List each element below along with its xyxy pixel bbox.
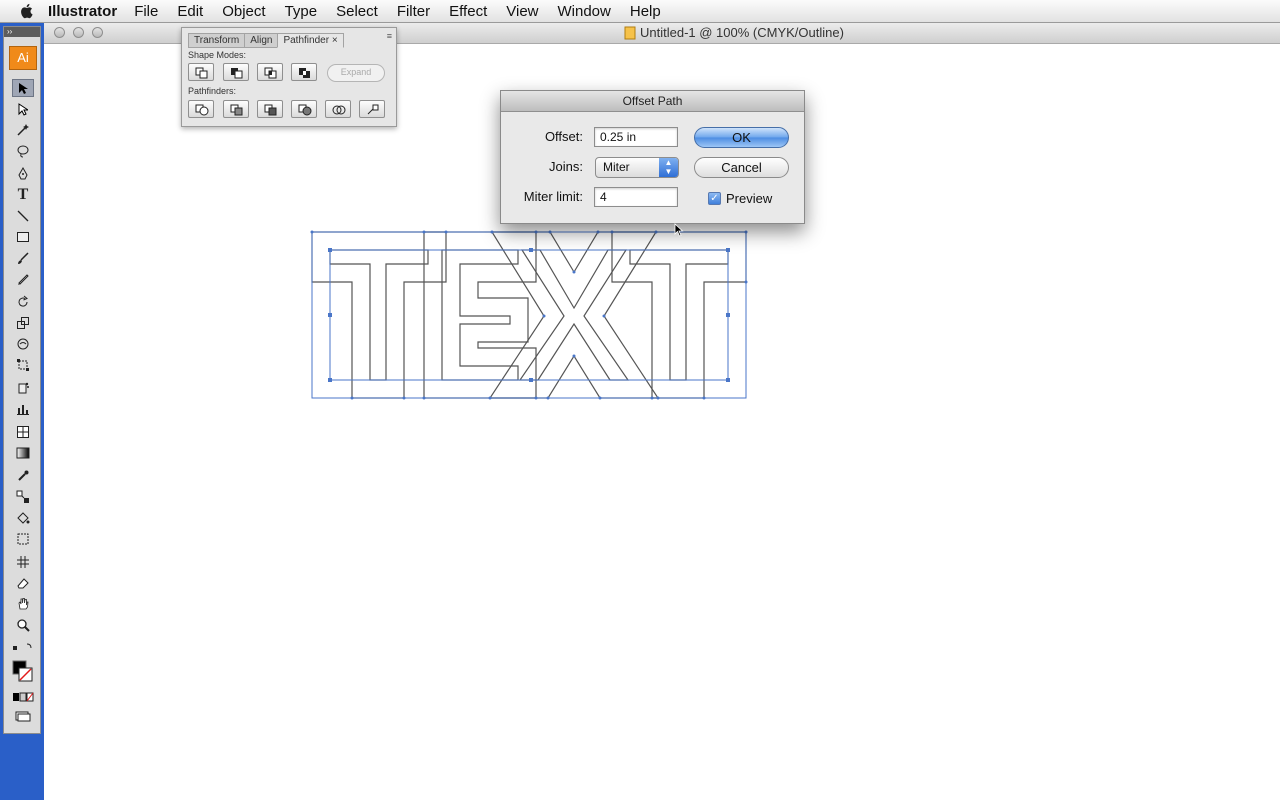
gradient-tool-icon[interactable] — [12, 444, 34, 462]
zoom-window-button[interactable] — [92, 27, 103, 38]
document-title-text: Untitled-1 @ 100% (CMYK/Outline) — [640, 25, 844, 40]
document-title: Untitled-1 @ 100% (CMYK/Outline) — [624, 25, 844, 40]
zoom-tool-icon[interactable] — [12, 616, 34, 634]
live-paint-bucket-tool-icon[interactable] — [12, 509, 34, 527]
minus-back-button[interactable] — [359, 100, 385, 118]
column-graph-tool-icon[interactable] — [12, 400, 34, 418]
exclude-overlapping-areas-button[interactable] — [291, 63, 317, 81]
type-tool-icon[interactable]: T — [12, 186, 34, 204]
crop-button[interactable] — [291, 100, 317, 118]
menu-select[interactable]: Select — [336, 3, 378, 20]
pen-tool-icon[interactable] — [12, 165, 34, 183]
offset-label: Offset: — [544, 129, 583, 144]
selection-tool-icon[interactable] — [12, 79, 34, 97]
divide-button[interactable] — [188, 100, 214, 118]
mouse-pointer-icon — [674, 223, 684, 237]
ok-button[interactable]: OK — [694, 127, 789, 148]
menu-filter[interactable]: Filter — [397, 3, 430, 20]
rectangle-tool-icon[interactable] — [12, 228, 34, 246]
joins-label: Joins: — [549, 159, 583, 174]
preview-checkbox[interactable]: ✓ — [708, 192, 721, 205]
warp-tool-icon[interactable] — [12, 335, 34, 353]
free-transform-tool-icon[interactable] — [12, 356, 34, 374]
trim-button[interactable] — [223, 100, 249, 118]
lasso-tool-icon[interactable] — [12, 142, 34, 160]
tools-panel: ›› Ai T — [3, 26, 41, 734]
outline-button[interactable] — [325, 100, 351, 118]
illustrator-logo: Ai — [9, 46, 37, 70]
close-tab-icon[interactable]: × — [332, 35, 338, 46]
merge-button[interactable] — [257, 100, 283, 118]
menu-help[interactable]: Help — [630, 3, 661, 20]
paintbrush-tool-icon[interactable] — [12, 249, 34, 267]
menu-bar: Illustrator File Edit Object Type Select… — [0, 0, 1280, 23]
magic-wand-tool-icon[interactable] — [12, 121, 34, 139]
mesh-tool-icon[interactable] — [12, 423, 34, 441]
joins-select-value: Miter — [603, 160, 630, 174]
live-paint-selection-tool-icon[interactable] — [12, 530, 34, 548]
slice-tool-icon[interactable] — [12, 553, 34, 571]
menu-effect[interactable]: Effect — [449, 3, 487, 20]
scale-tool-icon[interactable] — [12, 314, 34, 332]
preview-label: Preview — [726, 191, 773, 206]
menu-app-illustrator[interactable]: Illustrator — [48, 3, 117, 20]
apple-icon[interactable] — [20, 3, 34, 19]
close-window-button[interactable] — [54, 27, 65, 38]
tools-panel-grip[interactable]: ›› — [4, 27, 40, 37]
tab-pathfinder-label: Pathfinder — [283, 35, 330, 46]
eraser-tool-icon[interactable] — [12, 574, 34, 592]
menu-view[interactable]: View — [506, 3, 538, 20]
swap-fill-stroke-icon[interactable] — [12, 639, 34, 657]
add-to-shape-area-button[interactable] — [188, 63, 214, 81]
direct-selection-tool-icon[interactable] — [12, 100, 34, 118]
blend-tool-icon[interactable] — [12, 488, 34, 506]
pencil-tool-icon[interactable] — [12, 270, 34, 288]
subtract-from-shape-area-button[interactable] — [223, 63, 249, 81]
menu-type[interactable]: Type — [285, 3, 318, 20]
document-icon — [624, 26, 636, 39]
select-arrows-icon: ▲ ▼ — [659, 158, 678, 177]
fill-stroke-swatch[interactable] — [12, 659, 34, 685]
pathfinder-panel-tabs: Transform Align Pathfinder × — [188, 33, 344, 48]
tab-transform[interactable]: Transform — [188, 33, 246, 48]
eyedropper-tool-icon[interactable] — [12, 467, 34, 485]
rotate-tool-icon[interactable] — [12, 293, 34, 311]
screen-mode-icon[interactable] — [12, 707, 34, 725]
outlined-text-artwork[interactable] — [300, 220, 760, 410]
dialog-title[interactable]: Offset Path — [501, 91, 804, 112]
color-mode-buttons[interactable] — [12, 688, 34, 706]
expand-button[interactable]: Expand — [327, 64, 385, 82]
line-tool-icon[interactable] — [12, 207, 34, 225]
miter-limit-label: Miter limit: — [523, 189, 583, 204]
miter-limit-input[interactable]: 4 — [594, 187, 678, 207]
menu-file[interactable]: File — [134, 3, 158, 20]
hand-tool-icon[interactable] — [12, 595, 34, 613]
offset-path-dialog: Offset Path Offset: 0.25 in Joins: Miter… — [500, 90, 805, 224]
tab-align[interactable]: Align — [244, 33, 279, 48]
minimize-window-button[interactable] — [73, 27, 84, 38]
symbol-sprayer-tool-icon[interactable] — [12, 379, 34, 397]
joins-select[interactable]: Miter ▲ ▼ — [595, 157, 679, 178]
pathfinders-label: Pathfinders: — [188, 86, 237, 96]
menu-object[interactable]: Object — [222, 3, 265, 20]
tab-pathfinder[interactable]: Pathfinder × — [277, 33, 344, 48]
menu-edit[interactable]: Edit — [177, 3, 203, 20]
cancel-button[interactable]: Cancel — [694, 157, 789, 178]
pathfinder-panel: Transform Align Pathfinder × ≡ Shape Mod… — [181, 27, 397, 127]
intersect-shape-areas-button[interactable] — [257, 63, 283, 81]
offset-input[interactable]: 0.25 in — [594, 127, 678, 147]
menu-window[interactable]: Window — [558, 3, 611, 20]
panel-menu-icon[interactable]: ≡ — [387, 31, 392, 41]
shape-modes-label: Shape Modes: — [188, 50, 247, 60]
